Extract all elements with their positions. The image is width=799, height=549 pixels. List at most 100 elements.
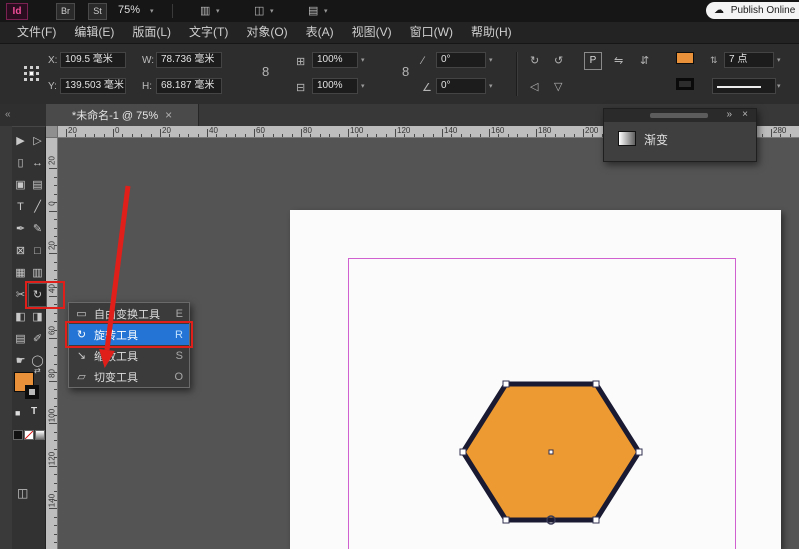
apply-none-button[interactable] bbox=[24, 430, 34, 440]
panel-collapse-strip[interactable]: « bbox=[0, 104, 46, 126]
menu-item[interactable]: 窗口(W) bbox=[401, 22, 462, 43]
vertical-ruler[interactable]: 20020406080100120140 bbox=[46, 138, 58, 549]
apply-gradient-button[interactable] bbox=[35, 430, 45, 440]
note-tool[interactable]: ▤ bbox=[12, 328, 29, 350]
select-content-icon[interactable]: ▽ bbox=[554, 80, 562, 93]
hand-tool[interactable]: ☛ bbox=[12, 350, 29, 372]
publish-online-button[interactable]: ☁ Publish Online bbox=[706, 2, 799, 19]
formatting-affects-container-icon[interactable]: ■ bbox=[15, 408, 20, 418]
scale-y-input[interactable]: 100% bbox=[312, 78, 358, 94]
document-tab[interactable]: *未命名-1 @ 75% × bbox=[46, 104, 199, 126]
pencil-tool[interactable]: ✎ bbox=[29, 218, 46, 240]
menu-item[interactable]: 表(A) bbox=[297, 22, 343, 43]
constrain-dimensions-chain-icon[interactable]: 8 bbox=[262, 64, 269, 79]
ruler-tick bbox=[113, 129, 114, 137]
chevron-down-icon[interactable]: ▾ bbox=[361, 56, 365, 64]
stroke-color-swatch[interactable] bbox=[676, 78, 694, 90]
rotate-ccw-icon[interactable]: ↺ bbox=[554, 54, 563, 67]
menu-item[interactable]: 文字(T) bbox=[180, 22, 237, 43]
line-tool[interactable]: ╱ bbox=[29, 196, 46, 218]
y-input[interactable]: 139.503 毫米 bbox=[60, 78, 126, 94]
w-input[interactable]: 78.736 毫米 bbox=[156, 52, 222, 68]
chevron-down-icon[interactable]: ▾ bbox=[270, 7, 274, 15]
chevron-down-icon[interactable]: ▾ bbox=[777, 56, 781, 64]
menu-item[interactable]: 编辑(E) bbox=[65, 22, 123, 43]
menu-item[interactable]: 文件(F) bbox=[8, 22, 65, 43]
close-icon[interactable]: × bbox=[742, 109, 748, 120]
rotate-cw-icon[interactable]: ↻ bbox=[530, 54, 539, 67]
fill-color-swatch[interactable] bbox=[676, 52, 694, 64]
page-tool[interactable]: ▯ bbox=[12, 152, 29, 174]
chevron-down-icon[interactable]: ▾ bbox=[489, 82, 493, 90]
rotation-input[interactable]: 0° bbox=[436, 52, 486, 68]
close-icon[interactable]: × bbox=[165, 108, 172, 122]
gradient-panel-header[interactable]: » × bbox=[604, 109, 756, 122]
collapse-panel-icon[interactable]: » bbox=[726, 109, 732, 120]
content-placer-tool[interactable]: ▤ bbox=[29, 174, 46, 196]
menu-item[interactable]: 版面(L) bbox=[123, 22, 180, 43]
pen-tool[interactable]: ✒ bbox=[12, 218, 29, 240]
scissors-tool[interactable]: ✂ bbox=[12, 284, 29, 306]
ruler-tick bbox=[461, 134, 462, 137]
eyedropper-tool[interactable]: ✐ bbox=[29, 328, 46, 350]
zoom-level-dropdown[interactable]: 75% bbox=[118, 4, 140, 16]
constrain-scale-chain-icon[interactable]: 8 bbox=[402, 64, 409, 79]
gradient-swatch-icon[interactable] bbox=[618, 131, 636, 146]
flip-horizontal-icon[interactable]: ⇋ bbox=[614, 54, 623, 67]
table-tool[interactable]: ▥ bbox=[29, 262, 46, 284]
grid-tool[interactable]: ▦ bbox=[12, 262, 29, 284]
ruler-tick bbox=[376, 134, 377, 137]
scale-x-icon: ⊞ bbox=[296, 55, 305, 68]
arrange-documents-icon[interactable]: ▤ bbox=[308, 4, 318, 17]
selection-tool[interactable]: ▶ bbox=[12, 130, 29, 152]
flyout-item-shear-tool[interactable]: ▱切变工具O bbox=[69, 366, 189, 387]
menu-item[interactable]: 帮助(H) bbox=[462, 22, 521, 43]
flyout-item-free-transform-tool[interactable]: ▭自由变换工具E bbox=[69, 303, 189, 324]
x-input[interactable]: 109.5 毫米 bbox=[60, 52, 126, 68]
swap-fill-stroke-icon[interactable]: ⇄ bbox=[34, 366, 41, 375]
rectangle-tool[interactable]: □ bbox=[29, 240, 46, 262]
rotate-icon: ↻ bbox=[75, 328, 88, 341]
bridge-icon[interactable]: Br bbox=[56, 3, 75, 20]
view-options-icon[interactable]: ▥ bbox=[200, 4, 210, 17]
ruler-origin-corner[interactable] bbox=[46, 126, 58, 138]
scale-x-input[interactable]: 100% bbox=[312, 52, 358, 68]
toolbar-stroke-swatch[interactable] bbox=[25, 385, 39, 399]
screen-mode-icon[interactable]: ◫ bbox=[254, 4, 264, 17]
panel-drag-grip[interactable] bbox=[650, 113, 708, 118]
gap-tool[interactable]: ↔ bbox=[29, 152, 46, 174]
formatting-affects-text-icon[interactable]: T bbox=[31, 406, 37, 417]
direct-selection-tool[interactable]: ▷ bbox=[29, 130, 46, 152]
stroke-weight-input[interactable]: 7 点 bbox=[724, 52, 774, 68]
type-tool[interactable]: T bbox=[12, 196, 29, 218]
screen-mode-icon[interactable]: ◫ bbox=[17, 486, 28, 500]
shear-input[interactable]: 0° bbox=[436, 78, 486, 94]
rectangle-frame-tool[interactable]: ⊠ bbox=[12, 240, 29, 262]
flyout-item-scale-tool[interactable]: ↘缩放工具S bbox=[69, 345, 189, 366]
stroke-style-dropdown[interactable] bbox=[712, 78, 776, 94]
h-input[interactable]: 68.187 毫米 bbox=[156, 78, 222, 94]
chevron-down-icon[interactable]: ▾ bbox=[777, 82, 781, 90]
stroke-weight-stepper-icon[interactable]: ⇅ bbox=[710, 55, 718, 66]
chevron-down-icon[interactable]: ▾ bbox=[324, 7, 328, 15]
flip-vertical-icon[interactable]: ⇵ bbox=[640, 54, 649, 67]
reference-point-proxy[interactable] bbox=[22, 64, 40, 82]
chevron-down-icon[interactable]: ▾ bbox=[361, 82, 365, 90]
select-container-icon[interactable]: ◁ bbox=[530, 80, 538, 93]
paragraph-badge-icon[interactable]: P bbox=[584, 52, 602, 70]
menu-item[interactable]: 对象(O) bbox=[237, 22, 296, 43]
apply-color-button[interactable] bbox=[13, 430, 23, 440]
chevron-down-icon[interactable]: ▾ bbox=[216, 7, 220, 15]
menu-item[interactable]: 视图(V) bbox=[343, 22, 401, 43]
ruler-tick bbox=[54, 389, 57, 390]
gradient-feather-tool[interactable]: ◨ bbox=[29, 306, 46, 328]
chevron-down-icon[interactable]: ▾ bbox=[489, 56, 493, 64]
ruler-tick bbox=[320, 134, 321, 137]
cloud-icon: ☁ bbox=[714, 5, 724, 16]
rotate-tool[interactable]: ↻ bbox=[29, 284, 46, 306]
content-collector-tool[interactable]: ▣ bbox=[12, 174, 29, 196]
chevron-down-icon[interactable]: ▾ bbox=[150, 7, 154, 15]
gradient-swatch-tool[interactable]: ◧ bbox=[12, 306, 29, 328]
flyout-item-rotate-tool[interactable]: ↻旋转工具R bbox=[69, 324, 189, 345]
stock-icon[interactable]: St bbox=[88, 3, 107, 20]
